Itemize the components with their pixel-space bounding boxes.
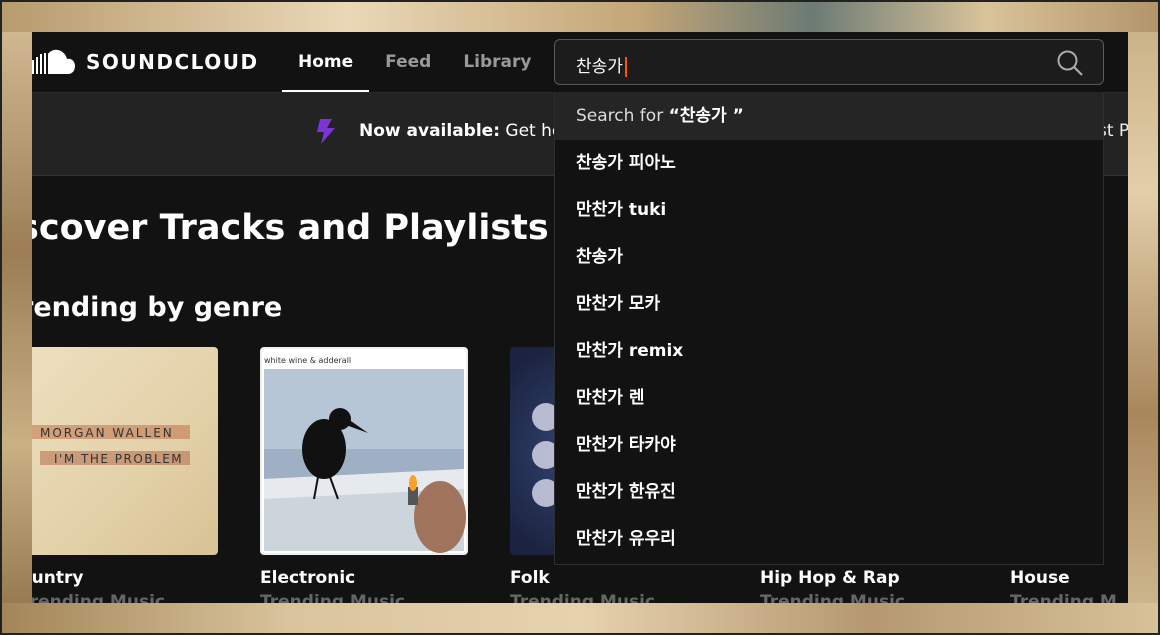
suggestion-item[interactable]: 만찬가 타카야 bbox=[555, 422, 1103, 469]
genre-card-country[interactable]: MORGAN WALLEN I'M THE PROBLEM bbox=[32, 347, 218, 555]
suggestion-item[interactable]: 만찬가 tuki bbox=[555, 187, 1103, 234]
album-art[interactable]: MORGAN WALLEN I'M THE PROBLEM bbox=[32, 347, 218, 555]
suggestion-item[interactable]: 만찬가 모카 bbox=[555, 281, 1103, 328]
genre-title[interactable]: Folk bbox=[510, 568, 550, 588]
album-art-graphic: white wine & adderall bbox=[262, 349, 466, 553]
page-title: scover Tracks and Playlists bbox=[32, 208, 549, 248]
genre-subtitle: Trending Music bbox=[510, 592, 655, 603]
main-nav: Home Feed Library bbox=[282, 32, 547, 92]
search-suggestions-dropdown: Search for “찬송가 ” 찬송가 피아노 만찬가 tuki 찬송가 만… bbox=[554, 92, 1104, 565]
search-icon[interactable] bbox=[1057, 50, 1083, 76]
wallpaper-bottom-strip bbox=[0, 603, 1160, 635]
nav-library[interactable]: Library bbox=[447, 32, 547, 92]
cloud-logo-icon bbox=[32, 49, 75, 74]
svg-text:I'M THE PROBLEM: I'M THE PROBLEM bbox=[54, 452, 183, 466]
soundcloud-logo[interactable]: SOUNDCLOUD bbox=[32, 48, 259, 76]
genre-title[interactable]: House bbox=[1010, 568, 1070, 588]
search-for-option[interactable]: Search for “찬송가 ” bbox=[555, 92, 1103, 140]
lightning-bolt-icon bbox=[317, 119, 335, 144]
soundcloud-window: SOUNDCLOUD Home Feed Library 찬송가 Now ava… bbox=[32, 32, 1128, 603]
suggestion-item[interactable]: 만찬가 유우리 bbox=[555, 516, 1103, 563]
genre-title[interactable]: Electronic bbox=[260, 568, 355, 588]
section-title: rending by genre bbox=[32, 292, 283, 323]
suggestion-item[interactable]: 만찬가 remix bbox=[555, 328, 1103, 375]
suggestion-item[interactable]: 만찬가 한유진 bbox=[555, 469, 1103, 516]
wallpaper-top-strip bbox=[0, 0, 1160, 32]
top-header: SOUNDCLOUD Home Feed Library 찬송가 bbox=[32, 32, 1128, 93]
nav-feed[interactable]: Feed bbox=[369, 32, 447, 92]
text-caret bbox=[624, 57, 627, 77]
nav-home[interactable]: Home bbox=[282, 32, 370, 92]
genre-subtitle: Trending Music bbox=[260, 592, 405, 603]
suggestion-item[interactable]: 찬송가 피아노 bbox=[555, 140, 1103, 187]
svg-text:white wine & adderall: white wine & adderall bbox=[264, 356, 351, 365]
brand-wordmark: SOUNDCLOUD bbox=[86, 50, 259, 74]
search-input[interactable]: 찬송가 bbox=[554, 39, 1104, 85]
suggestion-item[interactable]: 찬송가 bbox=[555, 234, 1103, 281]
genre-title[interactable]: ountry bbox=[32, 568, 83, 588]
genre-subtitle: Trending M bbox=[1010, 592, 1117, 603]
banner-text: Now available: Get he bbox=[359, 121, 563, 141]
album-art-graphic: MORGAN WALLEN I'M THE PROBLEM bbox=[32, 425, 190, 466]
suggestion-item[interactable]: 만찬가 렌 bbox=[555, 375, 1103, 422]
svg-text:MORGAN WALLEN: MORGAN WALLEN bbox=[40, 426, 174, 440]
genre-title[interactable]: Hip Hop & Rap bbox=[760, 568, 900, 588]
genre-subtitle: Trending Music bbox=[32, 592, 165, 603]
genre-subtitle: Trending Music bbox=[760, 592, 905, 603]
album-art[interactable]: white wine & adderall bbox=[260, 347, 468, 555]
search-query-text: 찬송가 bbox=[576, 52, 627, 77]
genre-card-electronic[interactable]: white wine & adderall bbox=[260, 347, 468, 555]
